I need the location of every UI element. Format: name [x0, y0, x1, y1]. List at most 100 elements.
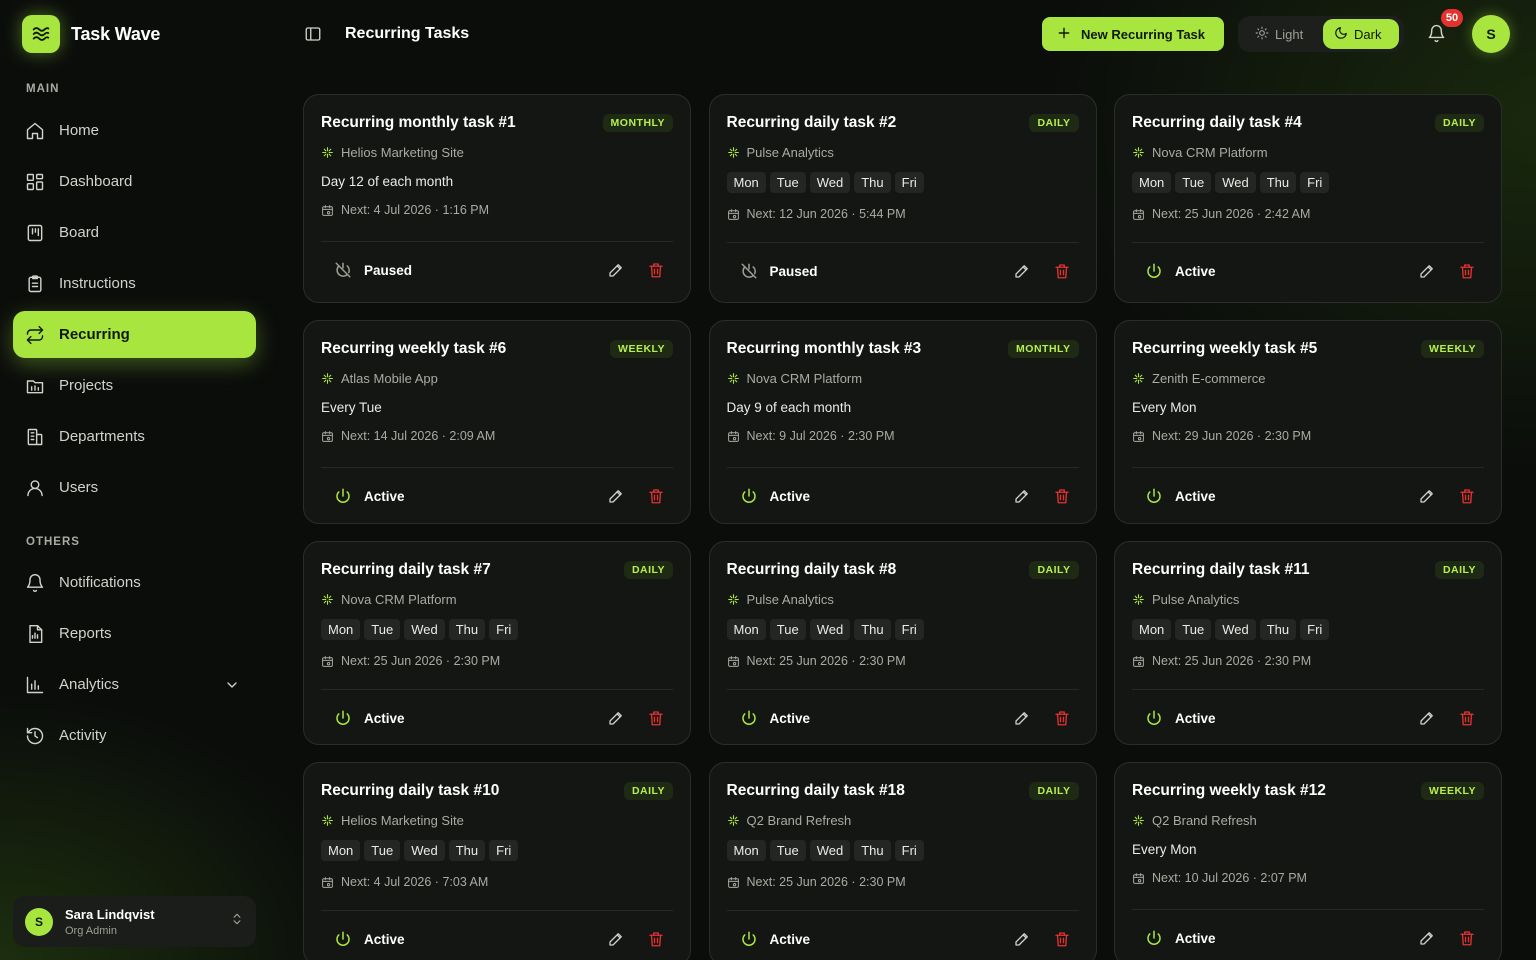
- project-name: Q2 Brand Refresh: [746, 813, 852, 828]
- status-toggle[interactable]: Active: [321, 930, 405, 948]
- status-label: Active: [364, 488, 405, 504]
- notifications-bell-icon[interactable]: [1427, 24, 1446, 48]
- edit-pencil-icon[interactable]: [607, 261, 625, 279]
- recurring-task-card[interactable]: Recurring weekly task #6 WEEKLY Atlas Mo…: [303, 320, 691, 524]
- delete-trash-icon[interactable]: [1053, 930, 1071, 948]
- status-toggle[interactable]: Active: [1132, 929, 1216, 947]
- next-run: Next: 4 Jul 2026 · 1:16 PM: [321, 203, 673, 217]
- power-icon: [334, 487, 352, 505]
- card-divider: [321, 689, 673, 690]
- delete-trash-icon[interactable]: [647, 709, 665, 727]
- delete-trash-icon[interactable]: [1053, 262, 1071, 280]
- power-off-icon: [740, 262, 758, 280]
- status-toggle[interactable]: Paused: [727, 262, 818, 280]
- delete-trash-icon[interactable]: [647, 487, 665, 505]
- schedule-text: Every Mon: [1132, 842, 1197, 857]
- edit-pencil-icon[interactable]: [607, 709, 625, 727]
- sidebar-item-reports[interactable]: Reports: [13, 610, 256, 657]
- sidebar-item-projects[interactable]: Projects: [13, 362, 256, 409]
- recurring-task-card[interactable]: Recurring daily task #4 DAILY Nova CRM P…: [1114, 94, 1502, 303]
- delete-trash-icon[interactable]: [1053, 709, 1071, 727]
- theme-light-label: Light: [1275, 26, 1304, 42]
- theme-light-option[interactable]: Light: [1241, 19, 1319, 49]
- brand[interactable]: Task Wave: [22, 15, 160, 53]
- sidebar-item-board[interactable]: Board: [13, 209, 256, 256]
- sidebar-item-users[interactable]: Users: [13, 464, 256, 511]
- edit-pencil-icon[interactable]: [1418, 709, 1436, 727]
- delete-trash-icon[interactable]: [1053, 487, 1071, 505]
- day-chip: Wed: [1215, 172, 1256, 193]
- status-toggle[interactable]: Active: [321, 709, 405, 727]
- next-run: Next: 25 Jun 2026 · 2:30 PM: [727, 654, 1079, 668]
- edit-pencil-icon[interactable]: [1013, 709, 1031, 727]
- bell-icon: [25, 573, 45, 593]
- sidebar-item-departments[interactable]: Departments: [13, 413, 256, 460]
- delete-trash-icon[interactable]: [647, 930, 665, 948]
- status-toggle[interactable]: Active: [727, 487, 810, 505]
- sidebar-item-instructions[interactable]: Instructions: [13, 260, 256, 307]
- card-footer: Paused: [321, 250, 673, 290]
- delete-trash-icon[interactable]: [1458, 487, 1476, 505]
- new-recurring-task-button[interactable]: New Recurring Task: [1042, 17, 1224, 51]
- status-toggle[interactable]: Active: [321, 487, 405, 505]
- recurring-task-card[interactable]: Recurring weekly task #12 WEEKLY Q2 Bran…: [1114, 762, 1502, 960]
- frequency-badge: DAILY: [623, 561, 673, 579]
- sidebar-item-notifications[interactable]: Notifications: [13, 559, 256, 606]
- next-run-text: Next: 25 Jun 2026 · 2:30 PM: [341, 654, 501, 668]
- edit-pencil-icon[interactable]: [1013, 487, 1031, 505]
- delete-trash-icon[interactable]: [1458, 709, 1476, 727]
- status-toggle[interactable]: Active: [1132, 262, 1216, 280]
- day-chip: Tue: [1175, 619, 1212, 640]
- recurring-task-card[interactable]: Recurring daily task #10 DAILY Helios Ma…: [303, 762, 691, 960]
- recurring-task-card[interactable]: Recurring daily task #18 DAILY Q2 Brand …: [708, 762, 1097, 960]
- header-avatar[interactable]: S: [1472, 15, 1510, 53]
- recurring-task-card[interactable]: Recurring daily task #2 DAILY Pulse Anal…: [708, 94, 1097, 303]
- sidebar-item-recurring[interactable]: Recurring: [13, 311, 256, 358]
- power-icon: [740, 709, 758, 727]
- delete-trash-icon[interactable]: [647, 261, 665, 279]
- delete-trash-icon[interactable]: [1458, 929, 1476, 947]
- card-divider: [321, 241, 673, 242]
- recurring-task-card[interactable]: Recurring daily task #7 DAILY Nova CRM P…: [303, 541, 691, 745]
- frequency-badge: MONTHLY: [602, 114, 673, 132]
- next-run-text: Next: 25 Jun 2026 · 2:30 PM: [746, 654, 906, 668]
- sidebar-item-dashboard[interactable]: Dashboard: [13, 158, 256, 205]
- status-toggle[interactable]: Active: [1132, 487, 1216, 505]
- edit-pencil-icon[interactable]: [607, 487, 625, 505]
- recurring-task-card[interactable]: Recurring monthly task #3 MONTHLY Nova C…: [708, 320, 1097, 524]
- recurring-task-card[interactable]: Recurring daily task #11 DAILY Pulse Ana…: [1114, 541, 1502, 745]
- next-run-text: Next: 4 Jul 2026 · 1:16 PM: [341, 203, 489, 217]
- project-name: Zenith E-commerce: [1152, 371, 1266, 386]
- theme-dark-option[interactable]: Dark: [1323, 19, 1399, 49]
- edit-pencil-icon[interactable]: [1418, 929, 1436, 947]
- recurring-task-card[interactable]: Recurring weekly task #5 WEEKLY Zenith E…: [1114, 320, 1502, 524]
- recurring-task-card[interactable]: Recurring daily task #8 DAILY Pulse Anal…: [708, 541, 1097, 745]
- sidebar-item-activity[interactable]: Activity: [13, 712, 256, 759]
- sidebar-item-label: Reports: [59, 625, 112, 642]
- chevron-up-down-icon: [230, 912, 244, 931]
- recurring-task-card[interactable]: Recurring monthly task #1 MONTHLY Helios…: [303, 94, 691, 303]
- sidebar-toggle-icon[interactable]: [304, 25, 322, 48]
- sidebar-item-home[interactable]: Home: [13, 107, 256, 154]
- project-line: Nova CRM Platform: [1132, 145, 1484, 160]
- status-toggle[interactable]: Active: [727, 930, 810, 948]
- status-toggle[interactable]: Active: [727, 709, 810, 727]
- day-chip: Fri: [894, 172, 924, 193]
- user-switcher[interactable]: S Sara Lindqvist Org Admin: [13, 896, 256, 947]
- avatar: S: [25, 907, 53, 936]
- edit-pencil-icon[interactable]: [1013, 262, 1031, 280]
- edit-pencil-icon[interactable]: [1013, 930, 1031, 948]
- frequency-badge: WEEKLY: [610, 340, 673, 358]
- task-title: Recurring daily task #18: [726, 782, 905, 799]
- sidebar-item-analytics[interactable]: Analytics: [13, 661, 256, 708]
- edit-pencil-icon[interactable]: [1418, 487, 1436, 505]
- project-line: Atlas Mobile App: [321, 371, 673, 386]
- edit-pencil-icon[interactable]: [607, 930, 625, 948]
- day-chip: Tue: [1175, 172, 1212, 193]
- status-toggle[interactable]: Paused: [321, 261, 412, 279]
- status-toggle[interactable]: Active: [1132, 709, 1216, 727]
- edit-pencil-icon[interactable]: [1418, 262, 1436, 280]
- power-off-icon: [334, 261, 352, 279]
- delete-trash-icon[interactable]: [1458, 262, 1476, 280]
- sparkle-icon: [321, 593, 334, 606]
